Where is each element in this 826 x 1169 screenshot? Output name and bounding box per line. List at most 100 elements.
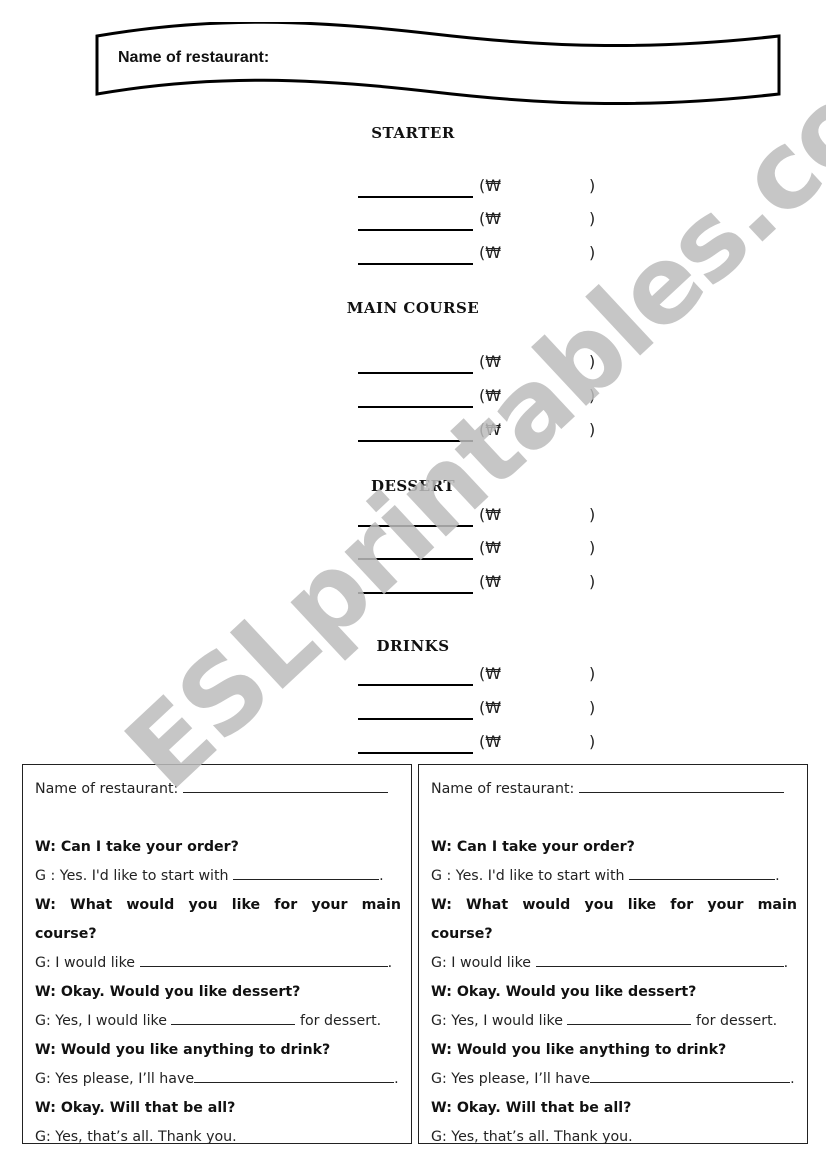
- won-price-open: (₩: [479, 572, 502, 591]
- period: .: [783, 955, 789, 971]
- guest-line-4-text: G: Yes please, I’ll have: [35, 1071, 195, 1087]
- drink-blank[interactable]: [590, 1069, 791, 1083]
- won-price-open: (₩: [479, 664, 502, 683]
- price-close-paren: ): [589, 352, 596, 371]
- period: .: [394, 1071, 399, 1087]
- menu-item-row: (₩): [358, 243, 618, 265]
- dialog-box-right: Name of restaurant: W: Can I take your o…: [418, 764, 808, 1145]
- dessert-blank[interactable]: [171, 1011, 296, 1025]
- menu-item-row: (₩): [358, 352, 618, 374]
- guest-line-2: G: I would like .: [35, 949, 401, 978]
- restaurant-name-line: Name of restaurant:: [35, 775, 401, 804]
- word: would: [126, 897, 175, 913]
- price-close-paren: ): [589, 420, 596, 439]
- waiter-line-1: W: Can I take your order?: [35, 839, 239, 855]
- price-close-paren: ): [589, 243, 596, 262]
- word: like: [627, 897, 657, 913]
- starter-blank[interactable]: [629, 866, 776, 880]
- won-price-open: (₩: [479, 352, 502, 371]
- waiter-line-4: W: Would you like anything to drink?: [431, 1042, 727, 1058]
- won-price-open: (₩: [479, 538, 502, 557]
- guest-line-3-text: G: Yes, I would like: [431, 1013, 563, 1029]
- guest-line-4: G: Yes please, I’ll have.: [431, 1065, 797, 1094]
- item-name-blank[interactable]: [358, 263, 473, 265]
- starter-blank[interactable]: [233, 866, 380, 880]
- item-name-blank[interactable]: [358, 592, 473, 594]
- main-course-blank[interactable]: [535, 953, 784, 967]
- word: W:: [35, 897, 56, 913]
- won-price-open: (₩: [479, 505, 502, 524]
- waiter-line-2: W: What would you like for your main: [431, 891, 797, 920]
- word: What: [70, 897, 113, 913]
- price-close-paren: ): [589, 176, 596, 195]
- item-name-blank[interactable]: [358, 440, 473, 442]
- period: .: [379, 868, 384, 884]
- guest-line-4-text: G: Yes please, I’ll have: [431, 1071, 591, 1087]
- restaurant-name-banner: Name of restaurant:: [94, 22, 782, 110]
- waiter-line-2-cont: course?: [431, 926, 493, 942]
- menu-item-row: (₩): [358, 386, 618, 408]
- guest-line-3-text: G: Yes, I would like: [35, 1013, 167, 1029]
- menu-item-row: (₩): [358, 420, 618, 442]
- waiter-line-1: W: Can I take your order?: [431, 839, 635, 855]
- restaurant-name-label: Name of restaurant:: [118, 49, 270, 66]
- guest-line-5: G: Yes, that’s all. Thank you.: [35, 1129, 237, 1145]
- price-close-paren: ): [589, 698, 596, 717]
- item-name-blank[interactable]: [358, 406, 473, 408]
- word: your: [311, 897, 348, 913]
- restaurant-name-line: Name of restaurant:: [431, 775, 797, 804]
- main-course-blank[interactable]: [139, 953, 388, 967]
- price-close-paren: ): [589, 732, 596, 751]
- item-name-blank[interactable]: [358, 558, 473, 560]
- dialog-box-left: Name of restaurant: W: Can I take your o…: [22, 764, 412, 1145]
- section-title-main-course: MAIN COURSE: [346, 299, 480, 317]
- item-name-blank[interactable]: [358, 196, 473, 198]
- word: What: [466, 897, 509, 913]
- item-name-blank[interactable]: [358, 525, 473, 527]
- item-name-blank[interactable]: [358, 752, 473, 754]
- won-price-open: (₩: [479, 698, 502, 717]
- word: you: [188, 897, 218, 913]
- waiter-line-4: W: Would you like anything to drink?: [35, 1042, 331, 1058]
- won-price-open: (₩: [479, 420, 502, 439]
- menu-item-row: (₩): [358, 209, 618, 231]
- guest-line-1: G : Yes. I'd like to start with .: [431, 862, 797, 891]
- guest-line-2-text: G: I would like: [35, 955, 136, 971]
- price-close-paren: ): [589, 209, 596, 228]
- word: for: [670, 897, 694, 913]
- restaurant-name-blank[interactable]: [578, 779, 784, 793]
- word: main: [361, 897, 401, 913]
- waiter-line-5: W: Okay. Will that be all?: [431, 1100, 632, 1116]
- waiter-line-5: W: Okay. Will that be all?: [35, 1100, 236, 1116]
- word: main: [757, 897, 797, 913]
- waiter-line-3: W: Okay. Would you like dessert?: [431, 984, 697, 1000]
- period: .: [387, 955, 393, 971]
- menu-item-row: (₩): [358, 176, 618, 198]
- restaurant-name-blank[interactable]: [182, 779, 388, 793]
- guest-line-1-text: G : Yes. I'd like to start with: [35, 868, 229, 884]
- waiter-line-2-cont: course?: [35, 926, 97, 942]
- guest-line-3-suffix: for dessert.: [299, 1013, 382, 1029]
- guest-line-3: G: Yes, I would like for dessert.: [431, 1007, 797, 1036]
- price-close-paren: ): [589, 505, 596, 524]
- item-name-blank[interactable]: [358, 718, 473, 720]
- drink-blank[interactable]: [194, 1069, 395, 1083]
- dessert-blank[interactable]: [567, 1011, 692, 1025]
- won-price-open: (₩: [479, 243, 502, 262]
- won-price-open: (₩: [479, 732, 502, 751]
- restaurant-name-label: Name of restaurant:: [431, 781, 575, 797]
- guest-line-5: G: Yes, that’s all. Thank you.: [431, 1129, 633, 1145]
- word: for: [274, 897, 298, 913]
- period: .: [775, 868, 780, 884]
- item-name-blank[interactable]: [358, 229, 473, 231]
- period: .: [790, 1071, 795, 1087]
- guest-line-3-suffix: for dessert.: [695, 1013, 778, 1029]
- word: W:: [431, 897, 452, 913]
- restaurant-name-label: Name of restaurant:: [35, 781, 179, 797]
- price-close-paren: ): [589, 664, 596, 683]
- item-name-blank[interactable]: [358, 684, 473, 686]
- item-name-blank[interactable]: [358, 372, 473, 374]
- section-title-dessert: DESSERT: [370, 477, 456, 495]
- menu-item-row: (₩): [358, 698, 618, 720]
- guest-line-2: G: I would like .: [431, 949, 797, 978]
